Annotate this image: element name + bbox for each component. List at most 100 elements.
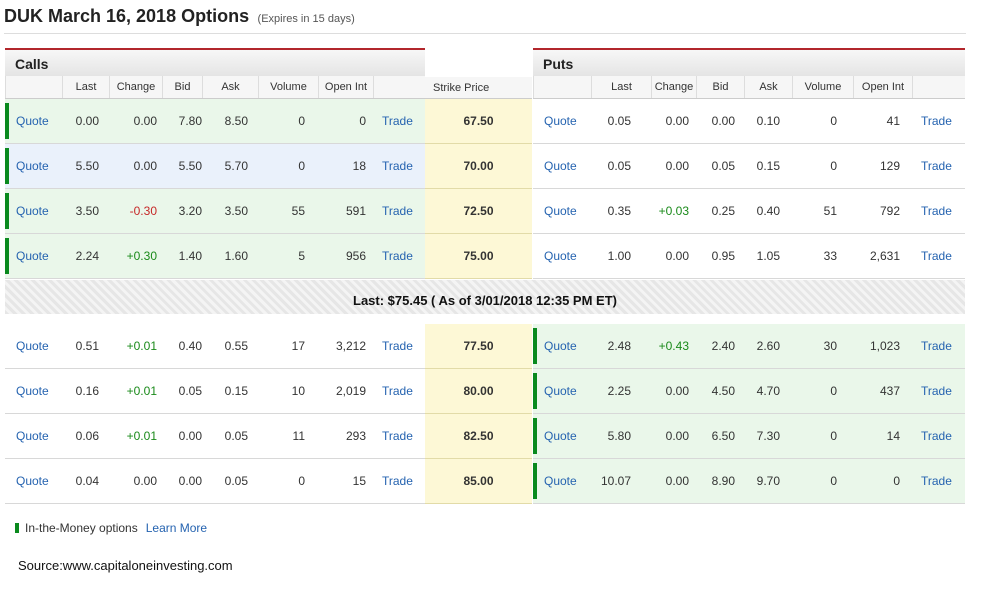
column-header-volume: Volume [792, 76, 853, 98]
call-ask: 8.50 [224, 114, 248, 128]
call-row: Quote 0.51 +0.01 0.40 0.55 17 3,212 Trade [5, 324, 425, 369]
put-quote-link[interactable]: Quote [544, 189, 589, 233]
title-divider [4, 33, 966, 34]
strike-price: 80.00 [425, 369, 532, 414]
put-trade-link[interactable]: Trade [921, 324, 961, 368]
put-ask: 2.60 [756, 339, 780, 353]
put-change: 0.00 [665, 384, 689, 398]
call-row: Quote 3.50 -0.30 3.20 3.50 55 591 Trade [5, 189, 425, 234]
call-row: Quote 2.24 +0.30 1.40 1.60 5 956 Trade [5, 234, 425, 279]
put-trade-link[interactable]: Trade [921, 189, 961, 233]
call-last: 0.51 [75, 339, 99, 353]
call-quote-link[interactable]: Quote [16, 414, 61, 458]
put-change: +0.43 [658, 339, 689, 353]
put-quote-link[interactable]: Quote [544, 414, 589, 458]
calls-header: Calls [5, 48, 425, 76]
call-trade-link[interactable]: Trade [382, 144, 422, 188]
put-quote-link[interactable]: Quote [544, 369, 589, 413]
put-volume: 0 [830, 384, 837, 398]
put-change: 0.00 [665, 159, 689, 173]
put-last: 2.25 [607, 384, 631, 398]
call-change: +0.01 [126, 339, 157, 353]
put-trade-link[interactable]: Trade [921, 459, 961, 503]
learn-more-link[interactable]: Learn More [146, 521, 207, 535]
call-trade-link[interactable]: Trade [382, 324, 422, 368]
put-volume: 0 [830, 474, 837, 488]
put-trade-link[interactable]: Trade [921, 144, 961, 188]
call-volume: 0 [298, 114, 305, 128]
call-trade-link[interactable]: Trade [382, 99, 422, 143]
call-quote-link[interactable]: Quote [16, 234, 61, 278]
call-oi: 2,019 [335, 384, 366, 398]
put-oi: 1,023 [869, 339, 900, 353]
put-trade-link[interactable]: Trade [921, 369, 961, 413]
in-the-money-marker [533, 328, 537, 364]
put-change: 0.00 [665, 474, 689, 488]
put-quote-link[interactable]: Quote [544, 99, 589, 143]
put-oi: 792 [879, 204, 900, 218]
call-volume: 11 [292, 429, 305, 443]
call-last: 0.16 [75, 384, 99, 398]
put-quote-link[interactable]: Quote [544, 144, 589, 188]
put-quote-link[interactable]: Quote [544, 459, 589, 503]
in-the-money-marker [533, 463, 537, 499]
call-trade-link[interactable]: Trade [382, 234, 422, 278]
put-bid: 2.40 [711, 339, 735, 353]
call-quote-link[interactable]: Quote [16, 324, 61, 368]
call-volume: 17 [291, 339, 305, 353]
put-quote-link[interactable]: Quote [544, 324, 589, 368]
call-oi: 956 [345, 249, 366, 263]
put-change: 0.00 [665, 429, 689, 443]
put-ask: 1.05 [756, 249, 780, 263]
strike-price: 75.00 [425, 234, 532, 279]
put-quote-link[interactable]: Quote [544, 234, 589, 278]
put-last: 0.05 [607, 159, 631, 173]
put-last: 0.35 [607, 204, 631, 218]
in-the-money-marker [533, 373, 537, 409]
put-bid: 4.50 [711, 384, 735, 398]
call-trade-link[interactable]: Trade [382, 459, 422, 503]
put-last: 2.48 [607, 339, 631, 353]
call-ask: 0.05 [224, 474, 248, 488]
call-volume: 10 [291, 384, 305, 398]
put-trade-link[interactable]: Trade [921, 234, 961, 278]
column-header-bid: Bid [162, 76, 202, 98]
put-ask: 0.40 [756, 204, 780, 218]
put-change: +0.03 [658, 204, 689, 218]
call-trade-link[interactable]: Trade [382, 369, 422, 413]
put-row: Quote 10.07 0.00 8.90 9.70 0 0 Trade [533, 459, 965, 504]
call-volume: 55 [291, 204, 305, 218]
call-ask: 1.60 [224, 249, 248, 263]
itm-legend-icon [15, 523, 19, 533]
call-trade-link[interactable]: Trade [382, 189, 422, 233]
call-ask: 3.50 [224, 204, 248, 218]
column-header-ask: Ask [744, 76, 792, 98]
in-the-money-marker [5, 103, 9, 139]
call-quote-link[interactable]: Quote [16, 144, 61, 188]
strike-price: 82.50 [425, 414, 532, 459]
call-quote-link[interactable]: Quote [16, 99, 61, 143]
put-last: 1.00 [607, 249, 631, 263]
put-bid: 0.00 [711, 114, 735, 128]
call-bid: 7.80 [178, 114, 202, 128]
put-ask: 0.10 [756, 114, 780, 128]
call-bid: 0.05 [178, 384, 202, 398]
put-trade-link[interactable]: Trade [921, 99, 961, 143]
call-trade-link[interactable]: Trade [382, 414, 422, 458]
column-header-blank [5, 76, 62, 98]
call-quote-link[interactable]: Quote [16, 189, 61, 233]
call-change: 0.00 [133, 474, 157, 488]
put-trade-link[interactable]: Trade [921, 414, 961, 458]
strike-price: 67.50 [425, 99, 532, 144]
call-last: 5.50 [75, 159, 99, 173]
call-last: 0.04 [75, 474, 99, 488]
call-quote-link[interactable]: Quote [16, 459, 61, 503]
call-quote-link[interactable]: Quote [16, 369, 61, 413]
column-header-change: Change [651, 76, 696, 98]
in-the-money-marker [533, 418, 537, 454]
column-header-open-int: Open Int [318, 76, 373, 98]
strike-price: 85.00 [425, 459, 532, 504]
put-volume: 33 [823, 249, 837, 263]
put-bid: 0.95 [711, 249, 735, 263]
column-header-blank [533, 76, 591, 98]
